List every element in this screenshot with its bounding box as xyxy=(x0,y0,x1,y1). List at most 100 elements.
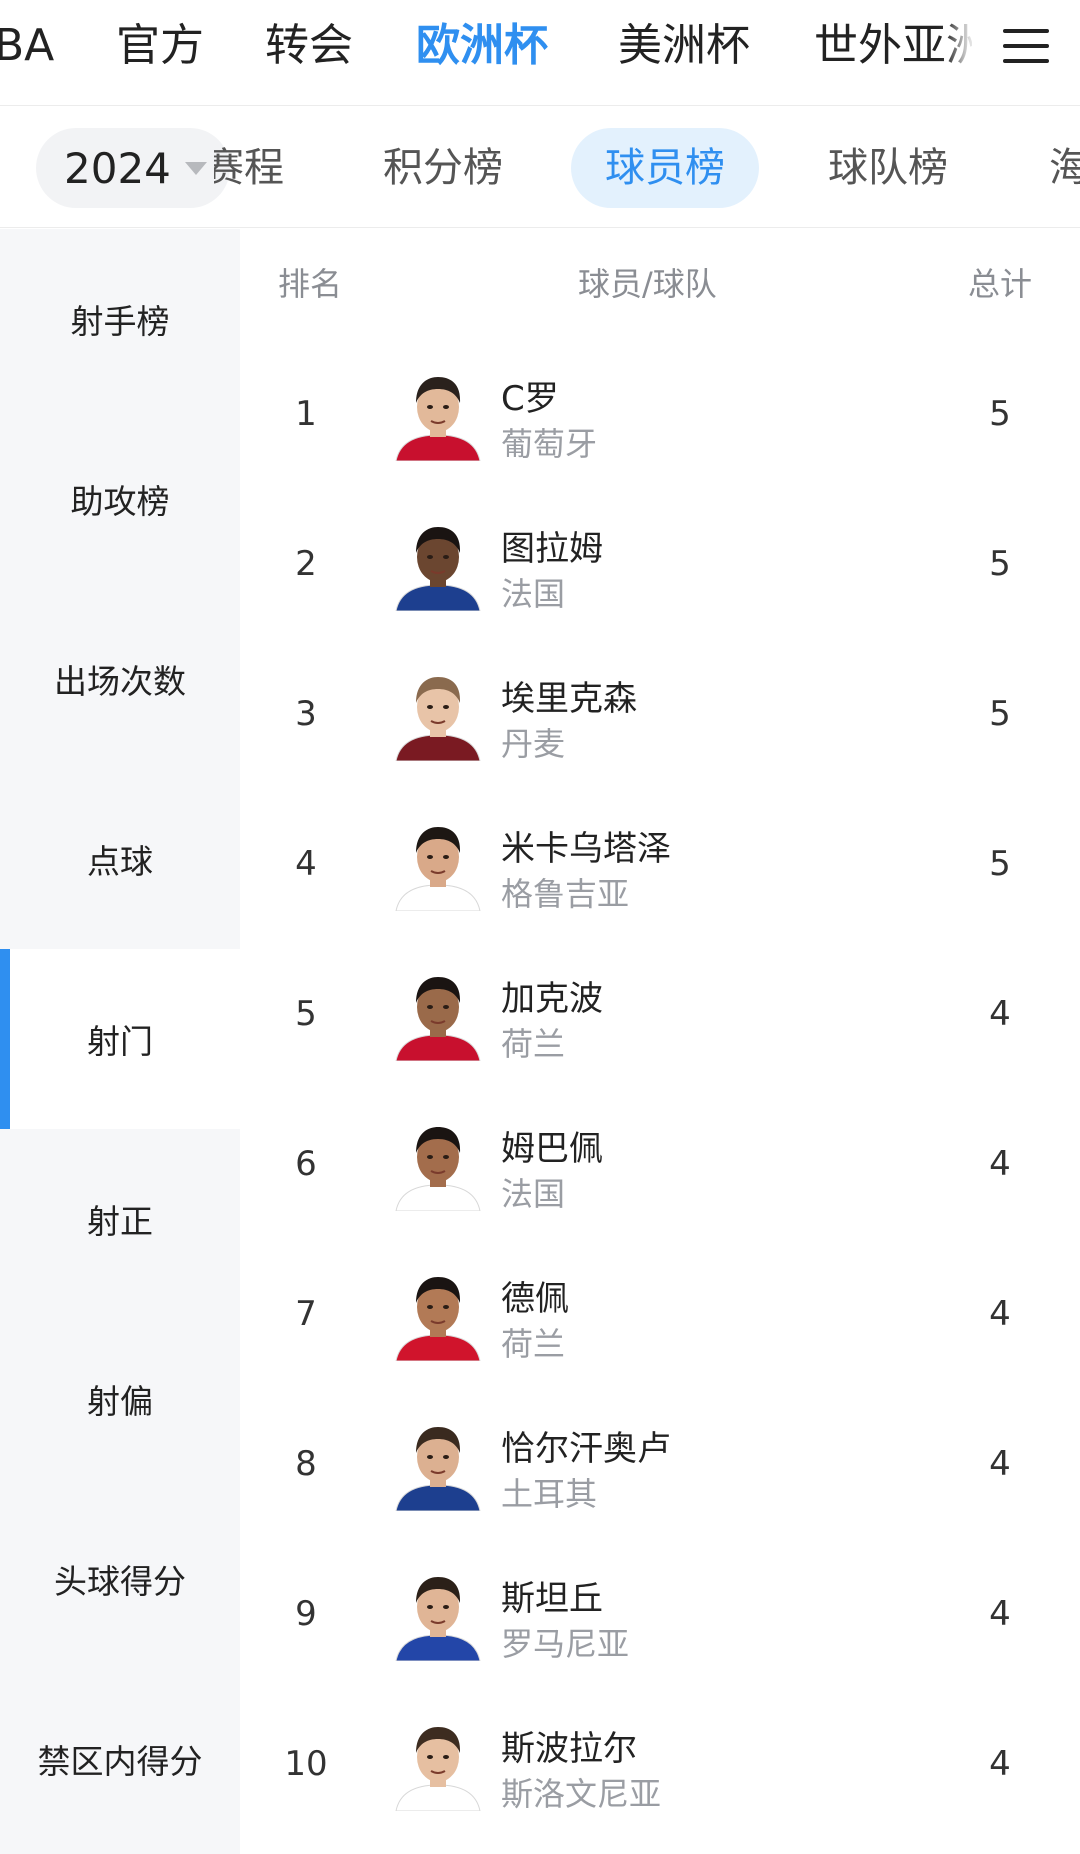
player-team: 法国 xyxy=(501,1175,566,1213)
sub-tab-bar: 2024 赛程 积分榜 球员榜 球队榜 海 xyxy=(0,107,1080,228)
rank-cell: 5 xyxy=(295,994,317,1034)
player-name[interactable]: 加克波 xyxy=(501,971,603,1020)
stat-category-sidebar: 射手榜 助攻榜 出场次数 点球 射门 射正 射偏 头球得分 禁区内得分 xyxy=(0,229,240,1854)
player-photo-icon xyxy=(392,1269,484,1361)
total-cell: 4 xyxy=(989,1144,1011,1184)
table-row[interactable]: 5 加克波荷兰 4 xyxy=(240,939,1080,1089)
column-header-player: 球员/球队 xyxy=(578,265,717,303)
player-avatar[interactable] xyxy=(392,1719,484,1811)
rank-cell: 2 xyxy=(295,544,317,584)
tab-team-rankings[interactable]: 球队榜 xyxy=(828,128,948,208)
rank-cell: 7 xyxy=(295,1294,317,1334)
table-row[interactable]: 8 恰尔汗奥卢 土耳其 4 xyxy=(240,1389,1080,1539)
total-cell: 5 xyxy=(989,844,1011,884)
rank-cell: 10 xyxy=(284,1744,328,1784)
player-photo-icon xyxy=(392,1719,484,1811)
total-cell: 4 xyxy=(989,1594,1011,1634)
table-row[interactable]: 7 德佩 荷兰 4 xyxy=(240,1239,1080,1389)
tab-standings[interactable]: 积分榜 xyxy=(383,128,503,208)
table-row[interactable]: 9 斯坦丘 罗马尼亚 4 xyxy=(240,1539,1080,1689)
tab-copa-america[interactable]: 美洲杯 xyxy=(618,0,750,92)
table-row[interactable]: 3 埃里克森丹麦 5 xyxy=(240,639,1080,789)
sidebar-item-assists[interactable]: 助攻榜 xyxy=(0,409,240,589)
rank-cell: 3 xyxy=(295,694,317,734)
sidebar-item-shots-on-target[interactable]: 射正 xyxy=(0,1129,240,1309)
menu-button[interactable] xyxy=(972,0,1080,92)
player-photo-icon xyxy=(392,669,484,761)
player-avatar[interactable] xyxy=(392,969,484,1061)
total-cell: 5 xyxy=(989,544,1011,584)
sidebar-item-penalties[interactable]: 点球 xyxy=(0,769,240,949)
player-avatar[interactable] xyxy=(392,1569,484,1661)
tab-ba[interactable]: BA xyxy=(0,0,54,92)
player-photo-icon xyxy=(392,1419,484,1511)
sidebar-item-label: 射正 xyxy=(87,1202,153,1241)
table-row[interactable]: 10 斯波拉尔斯洛文尼亚 4 xyxy=(240,1689,1080,1839)
player-team: 荷兰 xyxy=(501,1025,566,1063)
player-avatar[interactable] xyxy=(392,369,484,461)
player-avatar[interactable] xyxy=(392,519,484,611)
sidebar-item-top-scorers[interactable]: 射手榜 xyxy=(0,229,240,409)
table-row[interactable]: 4 米卡乌塔泽 格鲁吉亚 5 xyxy=(240,789,1080,939)
player-name[interactable]: 恰尔汗奥卢 xyxy=(501,1421,671,1470)
player-name[interactable]: C罗 xyxy=(501,371,559,420)
sidebar-item-label: 头球得分 xyxy=(54,1562,186,1601)
sidebar-item-label: 点球 xyxy=(87,842,153,881)
player-team: 斯洛文尼亚 xyxy=(501,1775,662,1813)
total-cell: 4 xyxy=(989,1744,1011,1784)
player-photo-icon xyxy=(392,369,484,461)
player-photo-icon xyxy=(392,1119,484,1211)
tab-more[interactable]: 海 xyxy=(1049,128,1080,208)
column-header-total: 总计 xyxy=(968,265,1033,303)
player-name[interactable]: 斯坦丘 xyxy=(501,1571,603,1620)
table-row[interactable]: 1 C罗 葡萄牙 5 xyxy=(240,339,1080,489)
player-avatar[interactable] xyxy=(392,669,484,761)
sidebar-item-label: 助攻榜 xyxy=(70,482,170,521)
player-avatar[interactable] xyxy=(392,819,484,911)
player-name[interactable]: 埃里克森 xyxy=(501,671,637,720)
player-name[interactable]: 德佩 xyxy=(501,1271,569,1320)
tab-world-cup-qualifiers-asia[interactable]: 世外亚洲 xyxy=(814,0,990,92)
column-header-rank: 排名 xyxy=(278,265,343,303)
total-cell: 4 xyxy=(989,994,1011,1034)
sidebar-item-label: 射偏 xyxy=(87,1382,153,1421)
player-team: 葡萄牙 xyxy=(501,425,598,463)
hamburger-menu-icon xyxy=(1003,29,1049,63)
sidebar-item-header-goals[interactable]: 头球得分 xyxy=(0,1489,240,1669)
player-avatar[interactable] xyxy=(392,1419,484,1511)
tab-official[interactable]: 官方 xyxy=(116,0,204,92)
sidebar-item-shots-off-target[interactable]: 射偏 xyxy=(0,1309,240,1489)
tab-transfer[interactable]: 转会 xyxy=(265,0,353,92)
sidebar-item-label: 射手榜 xyxy=(70,302,170,341)
tab-euro[interactable]: 欧洲杯 xyxy=(416,0,548,92)
rank-cell: 8 xyxy=(295,1444,317,1484)
table-row[interactable]: 6 姆巴佩法国 4 xyxy=(240,1089,1080,1239)
sidebar-item-label: 禁区内得分 xyxy=(37,1742,203,1781)
table-header: 排名 球员/球队 总计 xyxy=(240,229,1080,339)
player-name[interactable]: 米卡乌塔泽 xyxy=(501,821,671,870)
rank-cell: 9 xyxy=(295,1594,317,1634)
player-photo-icon xyxy=(392,819,484,911)
table-row[interactable]: 2 图拉姆法国 5 xyxy=(240,489,1080,639)
year-value: 2024 xyxy=(64,143,171,193)
player-avatar[interactable] xyxy=(392,1269,484,1361)
tab-schedule[interactable]: 赛程 xyxy=(214,128,284,208)
player-ranking-table: 排名 球员/球队 总计 1 C罗 葡萄牙 5 2 图拉姆 法国 5 3 埃里克森 丹麦 5 4 米卡乌塔泽… xyxy=(240,229,1080,1854)
tab-player-rankings[interactable]: 球员榜 xyxy=(571,128,759,208)
sidebar-item-label: 射门 xyxy=(87,1022,153,1061)
player-photo-icon xyxy=(392,1569,484,1661)
player-photo-icon xyxy=(392,519,484,611)
player-team: 丹麦 xyxy=(501,725,566,763)
sidebar-item-box-goals[interactable]: 禁区内得分 xyxy=(0,1669,240,1849)
player-name[interactable]: 姆巴佩 xyxy=(501,1121,603,1170)
sidebar-item-appearances[interactable]: 出场次数 xyxy=(0,589,240,769)
sidebar-item-shots[interactable]: 射门 xyxy=(0,949,240,1129)
player-name[interactable]: 斯波拉尔 xyxy=(501,1721,637,1770)
total-cell: 4 xyxy=(989,1294,1011,1334)
player-team: 法国 xyxy=(501,575,566,613)
rank-cell: 6 xyxy=(295,1144,317,1184)
player-name[interactable]: 图拉姆 xyxy=(501,521,603,570)
player-avatar[interactable] xyxy=(392,1119,484,1211)
total-cell: 5 xyxy=(989,694,1011,734)
year-dropdown[interactable]: 2024 xyxy=(36,128,230,208)
